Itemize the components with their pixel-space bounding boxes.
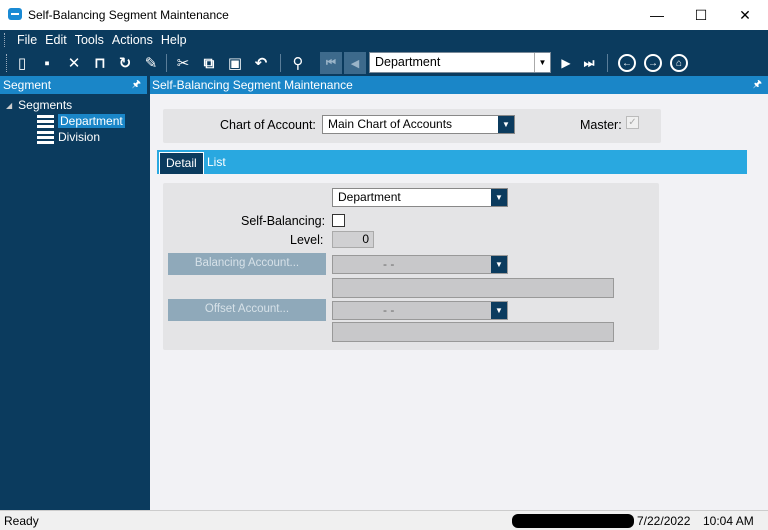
- new-icon[interactable]: ▯: [11, 52, 33, 74]
- tab-bar: Detail List: [157, 150, 747, 174]
- pin-icon[interactable]: 🖈: [753, 76, 762, 94]
- detail-form: Department ▼ Self-Balancing: Level: 0 Ba…: [163, 183, 659, 350]
- tree-item-label: Department: [58, 114, 125, 128]
- app-chrome: File Edit Tools Actions Help ▯ ▪ ✕ ⊓ ↻ ✎…: [0, 30, 768, 76]
- maximize-button[interactable]: ☐: [678, 0, 724, 30]
- menu-help[interactable]: Help: [157, 30, 191, 50]
- tab-detail[interactable]: Detail: [159, 152, 204, 174]
- offset-account-button[interactable]: Offset Account...: [168, 299, 326, 321]
- segment-select[interactable]: Department ▼: [332, 188, 508, 207]
- chevron-down-icon[interactable]: ▼: [498, 116, 514, 133]
- pin-icon[interactable]: 🖈: [132, 76, 141, 94]
- main-panel-header: Self-Balancing Segment Maintenance 🖈: [150, 76, 768, 94]
- tab-list[interactable]: List: [201, 152, 232, 174]
- self-balancing-checkbox[interactable]: [332, 214, 345, 227]
- balancing-account-button[interactable]: Balancing Account...: [168, 253, 326, 275]
- cut-icon[interactable]: ✂: [172, 52, 194, 74]
- title-bar: Self-Balancing Segment Maintenance — ☐ ✕: [0, 0, 768, 30]
- toolbar-grip[interactable]: [6, 54, 7, 72]
- broom-icon[interactable]: ✎: [140, 52, 162, 74]
- segment-panel-header: Segment 🖈: [0, 76, 147, 94]
- save-icon[interactable]: ▪: [36, 52, 58, 74]
- level-label: Level:: [290, 233, 324, 247]
- tree-item-label: Division: [58, 130, 101, 144]
- menu-edit[interactable]: Edit: [41, 30, 71, 50]
- redacted-user-field: [512, 514, 634, 528]
- status-text: Ready: [4, 514, 39, 528]
- toolbar-separator: [607, 54, 608, 72]
- self-balancing-label: Self-Balancing:: [241, 214, 326, 228]
- tree-root-label: Segments: [18, 98, 73, 112]
- segment-selector[interactable]: Department ▼: [369, 52, 551, 73]
- expand-arrow-icon[interactable]: ◢: [6, 101, 12, 110]
- main-panel-title: Self-Balancing Segment Maintenance: [152, 78, 353, 92]
- previous-record-icon[interactable]: ◀: [344, 52, 366, 74]
- status-date: 7/22/2022: [637, 514, 691, 528]
- segment-icon: [37, 130, 54, 144]
- toolbar: ▯ ▪ ✕ ⊓ ↻ ✎ ✂ ⧉ ▣ ↶ ⚲ ⏮ ◀ Department ▼ ▶…: [0, 50, 768, 76]
- segment-selector-value: Department: [375, 55, 441, 69]
- tree-root-segments[interactable]: ◢ Segments: [6, 98, 72, 112]
- menu-actions[interactable]: Actions: [108, 30, 157, 50]
- menu-bar: File Edit Tools Actions Help: [0, 30, 191, 50]
- status-bar: Ready 7/22/2022 10:04 AM: [0, 510, 768, 530]
- binoculars-icon[interactable]: ⚲: [287, 52, 309, 74]
- tree-item-division[interactable]: Division: [37, 130, 100, 144]
- home-icon[interactable]: ⌂: [670, 54, 688, 72]
- minimize-button[interactable]: —: [634, 0, 680, 30]
- chart-of-account-select[interactable]: Main Chart of Accounts ▼: [322, 115, 515, 134]
- segment-select-value: Department: [338, 190, 401, 204]
- offset-account-value: - -: [383, 303, 395, 317]
- close-button[interactable]: ✕: [722, 0, 768, 30]
- chevron-down-icon[interactable]: ▼: [491, 302, 507, 319]
- last-record-icon[interactable]: ⏭: [578, 52, 600, 74]
- menu-file[interactable]: File: [13, 30, 41, 50]
- chart-of-account-label: Chart of Account:: [220, 118, 316, 132]
- master-checkbox: ✓: [626, 116, 639, 129]
- forward-icon[interactable]: →: [644, 54, 662, 72]
- book-icon[interactable]: ⊓: [89, 52, 111, 74]
- delete-icon[interactable]: ✕: [63, 52, 85, 74]
- segment-icon: [37, 114, 54, 128]
- paste-icon[interactable]: ▣: [224, 52, 246, 74]
- segment-panel-title: Segment: [3, 78, 52, 92]
- segment-panel: Segment 🖈 ◢ Segments Department Division: [0, 76, 147, 510]
- refresh-icon[interactable]: ↻: [114, 52, 136, 74]
- main-panel: Self-Balancing Segment Maintenance 🖈 Cha…: [150, 76, 768, 510]
- chart-of-account-value: Main Chart of Accounts: [328, 117, 453, 131]
- balancing-account-description: [332, 278, 614, 298]
- toolbar-separator: [166, 54, 167, 72]
- tree-item-department[interactable]: Department: [37, 114, 125, 128]
- chevron-down-icon[interactable]: ▼: [491, 189, 507, 206]
- master-label: Master:: [580, 118, 622, 132]
- undo-icon[interactable]: ↶: [250, 52, 272, 74]
- status-time: 10:04 AM: [703, 514, 754, 528]
- copy-icon[interactable]: ⧉: [198, 52, 220, 74]
- app-icon: [8, 8, 22, 20]
- level-field[interactable]: 0: [332, 231, 374, 248]
- offset-account-description: [332, 322, 614, 342]
- back-icon[interactable]: ←: [618, 54, 636, 72]
- chart-of-account-box: Chart of Account: Main Chart of Accounts…: [163, 109, 661, 143]
- toolbar-separator: [280, 54, 281, 72]
- menu-grip[interactable]: [4, 33, 7, 47]
- next-record-icon[interactable]: ▶: [555, 52, 577, 74]
- first-record-icon[interactable]: ⏮: [320, 52, 342, 74]
- balancing-account-select[interactable]: - - ▼: [332, 255, 508, 274]
- chevron-down-icon[interactable]: ▼: [491, 256, 507, 273]
- chevron-down-icon[interactable]: ▼: [534, 53, 550, 72]
- balancing-account-value: - -: [383, 257, 395, 271]
- menu-tools[interactable]: Tools: [71, 30, 108, 50]
- offset-account-select[interactable]: - - ▼: [332, 301, 508, 320]
- window-title: Self-Balancing Segment Maintenance: [28, 8, 229, 22]
